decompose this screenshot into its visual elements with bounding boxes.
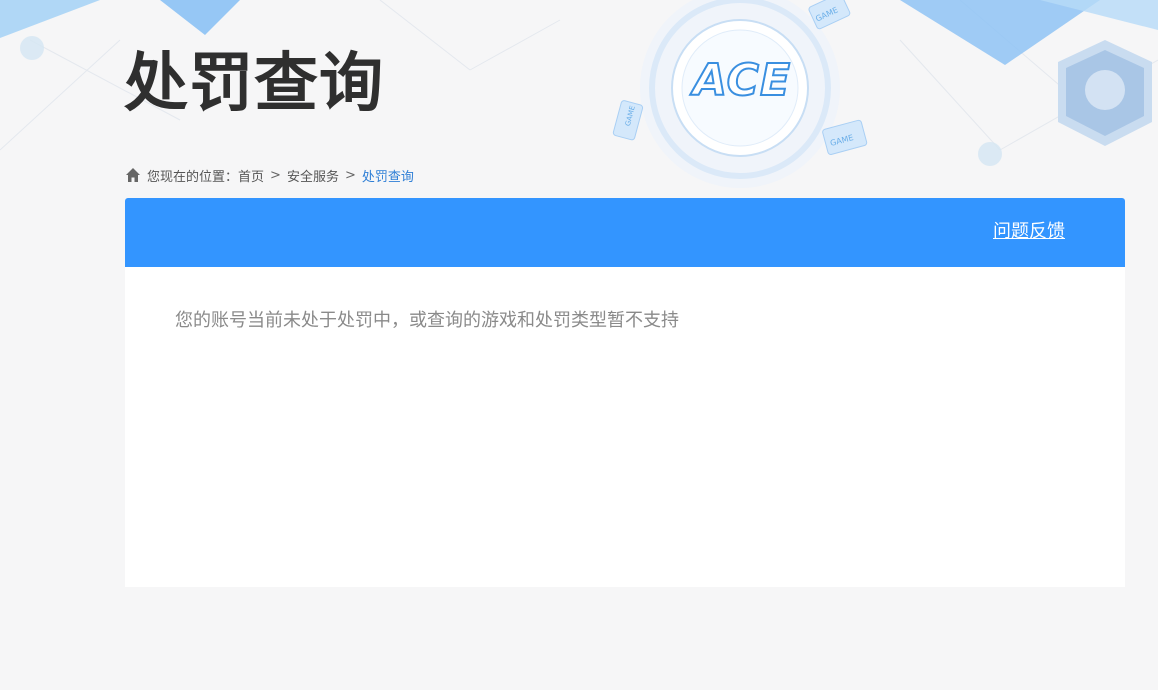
page-title: 处罚查询: [124, 47, 384, 121]
breadcrumb-item-current: 处罚查询: [361, 169, 414, 185]
home-icon: [126, 168, 140, 182]
feedback-link[interactable]: 问题反馈: [993, 219, 1065, 245]
breadcrumb: 您现在的位置： 首页 > 安全服务 > 处罚查询: [125, 165, 414, 185]
breadcrumb-separator: >: [270, 167, 281, 183]
breadcrumb-item-home[interactable]: 首页: [238, 166, 264, 185]
panel-header: 问题反馈: [125, 198, 1125, 267]
breadcrumb-separator: >: [344, 167, 356, 183]
breadcrumb-prefix: 您现在的位置：: [147, 169, 239, 185]
result-panel: 问题反馈 您的账号当前未处于处罚中，或查询的游戏和处罚类型暂不支持: [125, 198, 1125, 587]
status-message: 您的账号当前未处于处罚中，或查询的游戏和处罚类型暂不支持: [175, 310, 679, 331]
ace-logo: ACE: [692, 55, 792, 107]
breadcrumb-item-security-service[interactable]: 安全服务: [287, 166, 339, 185]
